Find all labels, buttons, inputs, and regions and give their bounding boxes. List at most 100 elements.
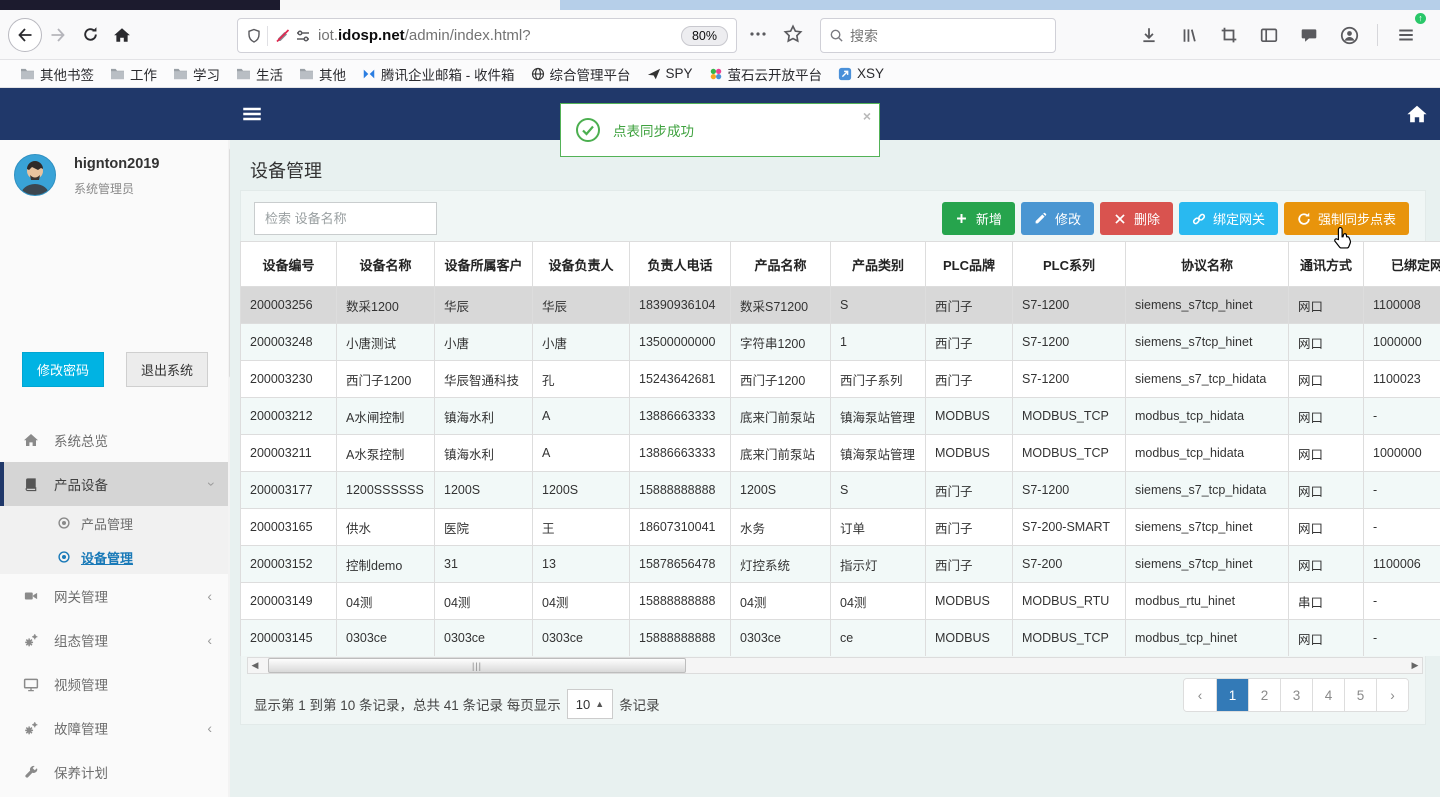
sidebar-item-system-overview[interactable]: 系统总览	[0, 418, 230, 462]
device-search-input[interactable]	[254, 202, 437, 235]
sidebar-collapse-icon[interactable]	[242, 104, 262, 124]
table-cell: 200003256	[240, 286, 337, 324]
chat-icon[interactable]	[1293, 19, 1325, 51]
home-button[interactable]	[106, 19, 138, 51]
table-cell: 0303ce	[532, 619, 630, 656]
back-button[interactable]	[8, 17, 42, 52]
library-icon[interactable]	[1173, 19, 1205, 51]
page-button-5[interactable]: 5	[1344, 679, 1376, 711]
scrollbar-track[interactable]: |||	[262, 658, 1408, 673]
table-cell: 镇海水利	[434, 434, 533, 472]
table-row[interactable]: 200003212 A水闸控制 镇海水利 A 13886663333 底来门前泵站 镇海泵站…	[240, 397, 1440, 435]
bookmark-label: 腾讯企业邮箱 - 收件箱	[381, 67, 515, 83]
scroll-left-icon[interactable]: ◀	[248, 658, 262, 673]
table-row[interactable]: 200003165 供水 医院王 18607310041 水务 订单 西门子 S7-200-S…	[240, 508, 1440, 546]
folder-icon	[20, 67, 35, 80]
bookmark-star-icon[interactable]	[783, 24, 803, 44]
column-header[interactable]: 设备编号	[240, 241, 337, 287]
bookmark-item[interactable]: 萤石云开放平台	[701, 62, 831, 86]
app-menu-icon[interactable]: ↑	[1390, 13, 1426, 51]
column-header[interactable]: 设备所属客户	[434, 241, 533, 287]
zoom-level-badge[interactable]: 80%	[680, 25, 728, 46]
column-header[interactable]: PLC系列	[1012, 241, 1126, 287]
screenshot-icon[interactable]	[1213, 19, 1245, 51]
delete-button[interactable]: 删除	[1099, 202, 1173, 235]
sidebar-item-scada-manage[interactable]: 组态管理 ‹	[0, 618, 230, 662]
bookmark-item[interactable]: 工作	[102, 62, 165, 86]
sidebar-item-product-manage[interactable]: 产品管理	[0, 506, 230, 540]
table-row[interactable]: 200003256 数采1200 华辰 华辰 18390936104 数采S71200 S 西…	[240, 286, 1440, 324]
blocked-content-icon[interactable]	[275, 28, 291, 44]
app-home-icon[interactable]	[1406, 103, 1428, 125]
column-header[interactable]: 设备名称	[336, 241, 435, 287]
sidebar-item-fault-manage[interactable]: 故障管理 ‹	[0, 706, 230, 750]
sidebar-item-product-device[interactable]: 产品设备 ‹	[0, 462, 230, 506]
column-header[interactable]: 设备负责人	[532, 241, 630, 287]
table-cell: siemens_s7_tcp_hidata	[1125, 360, 1289, 398]
column-header[interactable]: 协议名称	[1125, 241, 1289, 287]
page-size-select[interactable]: 10 ▲	[566, 689, 614, 719]
next-page-button[interactable]: ›	[1376, 679, 1408, 711]
bookmark-item[interactable]: 综合管理平台	[523, 62, 639, 86]
bookmark-item[interactable]: 生活	[228, 62, 291, 86]
table-row[interactable]: 200003230 西门子1200 华辰智通科技孔 15243642681 西门子120…	[240, 360, 1440, 398]
home-icon	[22, 432, 40, 448]
column-header[interactable]: 产品类别	[830, 241, 926, 287]
account-icon[interactable]	[1333, 19, 1365, 51]
sidebar-toggle-icon[interactable]	[1253, 19, 1285, 51]
page-actions-icon[interactable]	[748, 24, 768, 44]
horizontal-scrollbar[interactable]: ◀ ||| ▶	[247, 657, 1423, 674]
sidebar-item-maintenance-plan[interactable]: 保养计划	[0, 750, 230, 794]
logout-button[interactable]: 退出系统	[125, 352, 208, 387]
table-row[interactable]: 200003149 04测 04测 04测 15888888888 04测 04测 MODBU…	[240, 582, 1440, 620]
change-password-button[interactable]: 修改密码	[22, 352, 105, 387]
table-cell: 31	[434, 545, 533, 583]
sidebar-item-label: 保养计划	[54, 766, 108, 781]
page-button-2[interactable]: 2	[1248, 679, 1280, 711]
column-header[interactable]: 负责人电话	[629, 241, 731, 287]
table-row[interactable]: 200003152 控制demo 31 13 15878656478 灯控系统 指示灯 西门子…	[240, 545, 1440, 583]
edit-button[interactable]: 修改	[1020, 202, 1094, 235]
table-row[interactable]: 200003248 小唐测试 小唐 小唐 13500000000 字符串1200 1 西门子 S…	[240, 323, 1440, 361]
pencil-icon	[1034, 212, 1048, 225]
sidebar-item-gateway-manage[interactable]: 网关管理 ‹	[0, 574, 230, 618]
prev-page-button[interactable]: ‹	[1184, 679, 1216, 711]
page-button-4[interactable]: 4	[1312, 679, 1344, 711]
page-button-3[interactable]: 3	[1280, 679, 1312, 711]
bookmark-item[interactable]: XSY	[830, 64, 892, 83]
add-button[interactable]: 新增	[941, 202, 1015, 235]
toast-close-icon[interactable]: ×	[863, 108, 871, 124]
shield-icon	[246, 28, 262, 44]
sidebar-item-video-manage[interactable]: 视频管理	[0, 662, 230, 706]
bind-gateway-button[interactable]: 绑定网关	[1178, 202, 1278, 235]
bookmark-item[interactable]: 学习	[165, 62, 228, 86]
sidebar-item-device-manage[interactable]: 设备管理	[0, 540, 230, 574]
scrollbar-thumb[interactable]: |||	[268, 658, 686, 673]
table-row[interactable]: 200003211 A水泵控制 镇海水利 A 13886663333 底来门前泵站 镇海泵站…	[240, 434, 1440, 472]
column-header[interactable]: 产品名称	[730, 241, 831, 287]
user-box: hignton2019 系统管理员	[0, 140, 230, 240]
downloads-icon[interactable]	[1133, 19, 1165, 51]
url-bar[interactable]: iot.idosp.net/admin/index.html? 80%	[237, 18, 737, 53]
forward-button[interactable]	[42, 19, 74, 51]
table-row[interactable]: 200003177 1200SSSSSS 1200S 1200S 15888888888…	[240, 471, 1440, 509]
sidebar-item-label: 网关管理	[54, 590, 108, 605]
column-header[interactable]: PLC品牌	[925, 241, 1013, 287]
table-cell: siemens_s7tcp_hinet	[1125, 286, 1289, 324]
wrench-icon	[22, 765, 40, 780]
table-row[interactable]: 200003145 0303ce 0303ce 0303ce 15888888888 03…	[240, 619, 1440, 656]
bookmark-item[interactable]: 其他书签	[12, 62, 102, 86]
bookmark-item[interactable]: 腾讯企业邮箱 - 收件箱	[354, 62, 523, 86]
table-cell: siemens_s7tcp_hinet	[1125, 545, 1289, 583]
bookmark-item[interactable]: SPY	[639, 64, 701, 83]
permissions-icon[interactable]	[295, 28, 311, 44]
reload-button[interactable]	[74, 19, 106, 51]
scroll-right-icon[interactable]: ▶	[1408, 658, 1422, 673]
table-cell: 1000000	[1363, 434, 1440, 472]
table-cell: 网口	[1288, 434, 1364, 472]
browser-search-box[interactable]	[820, 18, 1056, 53]
column-header[interactable]: 已绑定网关	[1363, 241, 1440, 287]
bookmark-item[interactable]: 其他	[291, 62, 354, 86]
browser-search-input[interactable]	[850, 27, 1020, 44]
page-button-1[interactable]: 1	[1216, 679, 1248, 711]
